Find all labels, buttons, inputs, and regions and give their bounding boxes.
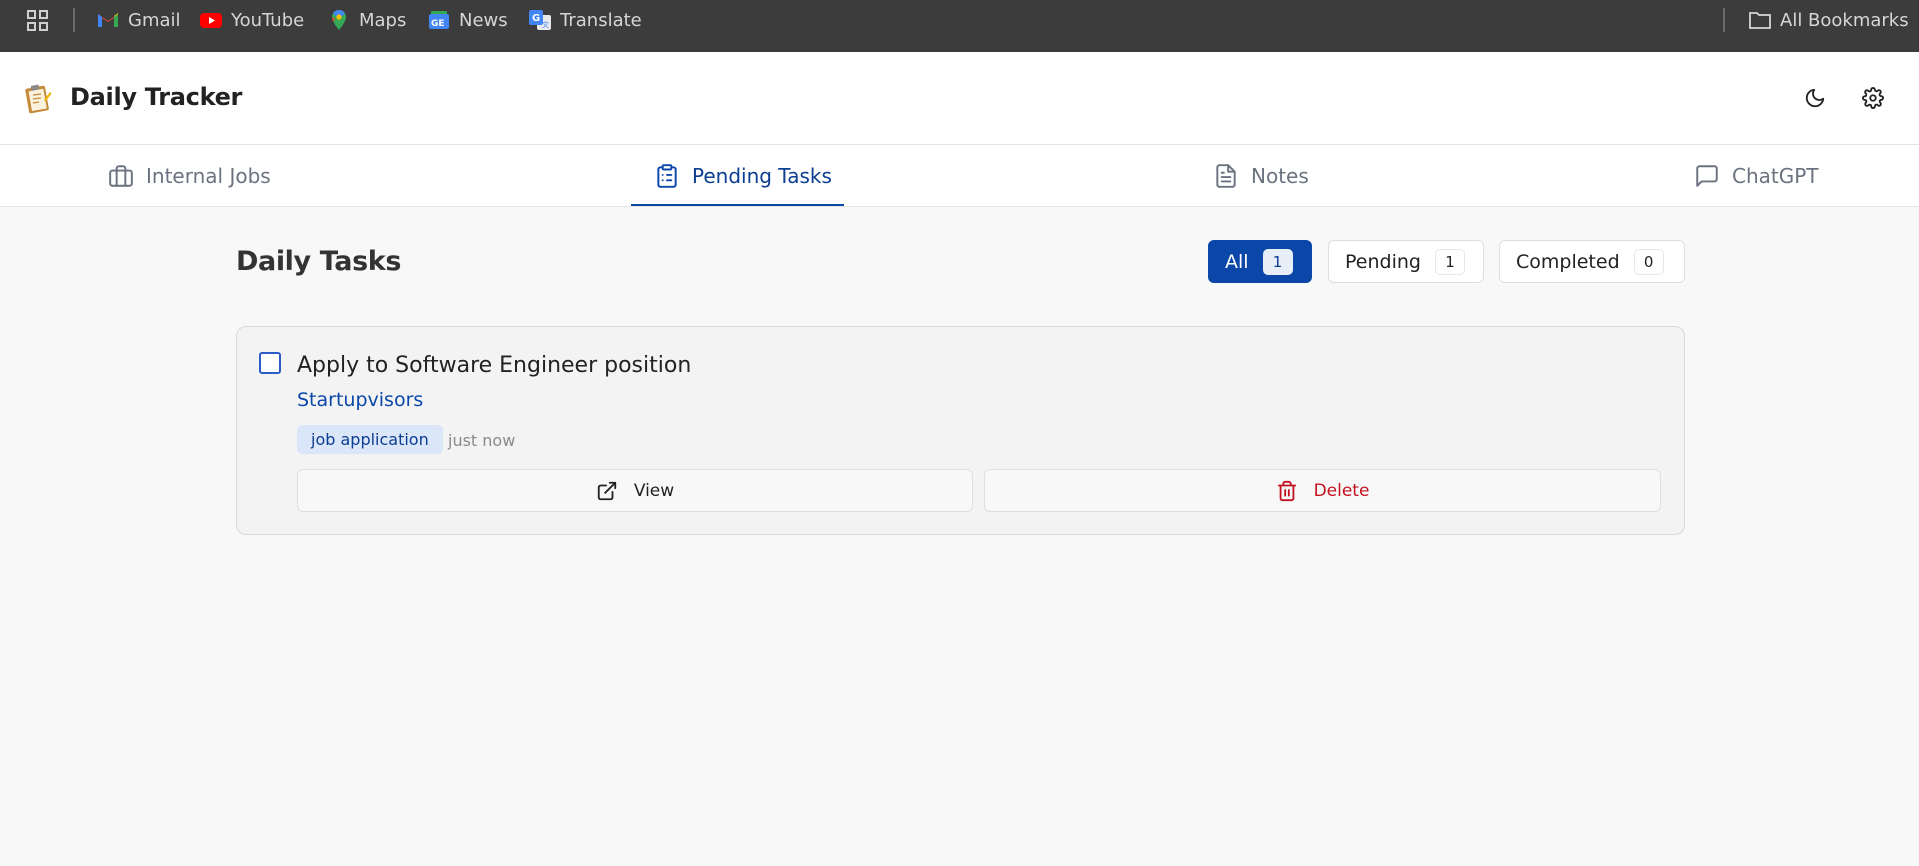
bookmark-label: YouTube xyxy=(231,9,305,31)
bookmark-maps[interactable]: Maps xyxy=(327,6,406,34)
tab-label: Pending Tasks xyxy=(692,164,832,188)
moon-icon xyxy=(1805,88,1825,108)
bookmarks-separator xyxy=(73,8,75,32)
bookmark-label: News xyxy=(459,9,508,31)
maps-icon xyxy=(332,10,346,30)
active-tab-indicator xyxy=(631,204,844,206)
filter-label: Completed xyxy=(1516,250,1620,273)
bookmark-translate[interactable]: G 文 Translate xyxy=(528,6,642,34)
view-button-label: View xyxy=(633,480,675,501)
view-task-button[interactable]: View xyxy=(297,469,973,512)
filter-all-button[interactable]: All 1 xyxy=(1208,240,1312,283)
apps-grid-icon[interactable] xyxy=(26,9,50,33)
tab-pending-tasks[interactable]: Pending Tasks xyxy=(654,145,832,207)
filter-label: Pending xyxy=(1345,250,1421,273)
page-title: Daily Tasks xyxy=(236,246,401,277)
delete-task-button[interactable]: Delete xyxy=(984,469,1661,512)
main-tabs: Internal Jobs Pending Tasks Notes ChatGP… xyxy=(0,145,1919,207)
delete-button-label: Delete xyxy=(1313,480,1370,501)
news-icon: GE xyxy=(429,11,449,29)
bookmark-label: Maps xyxy=(359,9,407,31)
app-header: Daily Tracker xyxy=(0,52,1919,145)
task-tag-badge: job application xyxy=(297,425,443,454)
bookmark-youtube[interactable]: YouTube xyxy=(199,6,304,34)
clipboard-icon xyxy=(657,164,677,188)
document-icon xyxy=(1216,164,1236,188)
chat-icon xyxy=(1696,165,1718,187)
filter-count-badge: 1 xyxy=(1434,248,1465,275)
tab-chatgpt[interactable]: ChatGPT xyxy=(1694,145,1819,207)
task-title: Apply to Software Engineer position xyxy=(297,353,692,378)
app-title: Daily Tracker xyxy=(70,83,243,111)
folder-icon xyxy=(1749,12,1771,29)
gmail-icon xyxy=(98,13,118,27)
bookmark-label: Translate xyxy=(560,9,642,31)
filter-completed-button[interactable]: Completed 0 xyxy=(1499,240,1685,283)
tab-notes[interactable]: Notes xyxy=(1213,145,1309,207)
all-bookmarks-label: All Bookmarks xyxy=(1780,9,1909,31)
youtube-icon xyxy=(200,13,222,28)
gear-icon xyxy=(1862,87,1884,109)
bookmarks-separator xyxy=(1723,8,1725,32)
bookmark-label: Gmail xyxy=(128,9,181,31)
tab-label: Internal Jobs xyxy=(146,164,271,188)
briefcase-icon xyxy=(109,165,133,187)
svg-text:GE: GE xyxy=(431,19,445,29)
filter-pending-button[interactable]: Pending 1 xyxy=(1328,240,1484,283)
filter-count-badge: 0 xyxy=(1633,248,1664,275)
clipboard-logo-icon xyxy=(25,84,52,114)
tab-label: Notes xyxy=(1251,164,1309,188)
task-card: Apply to Software Engineer position Star… xyxy=(236,326,1685,535)
task-timestamp: just now xyxy=(448,431,516,450)
tab-label: ChatGPT xyxy=(1732,164,1819,188)
filter-label: All xyxy=(1225,250,1249,273)
trash-icon xyxy=(1277,480,1296,501)
svg-text:文: 文 xyxy=(542,20,549,29)
task-company-link[interactable]: Startupvisors xyxy=(297,389,423,411)
all-bookmarks-button[interactable]: All Bookmarks xyxy=(1748,6,1909,34)
settings-button[interactable] xyxy=(1858,83,1888,113)
translate-icon: G 文 xyxy=(529,10,551,30)
filter-count-badge: 1 xyxy=(1262,248,1293,275)
bookmark-news[interactable]: GE News xyxy=(427,6,508,34)
bookmark-gmail[interactable]: Gmail xyxy=(96,6,181,34)
external-link-icon xyxy=(597,481,616,500)
svg-text:G: G xyxy=(532,13,540,24)
bookmarks-bar: Gmail YouTube Maps GE News G 文 Translate… xyxy=(0,0,1919,52)
task-checkbox[interactable] xyxy=(259,352,281,374)
theme-toggle-button[interactable] xyxy=(1800,83,1830,113)
tab-internal-jobs[interactable]: Internal Jobs xyxy=(108,145,271,207)
